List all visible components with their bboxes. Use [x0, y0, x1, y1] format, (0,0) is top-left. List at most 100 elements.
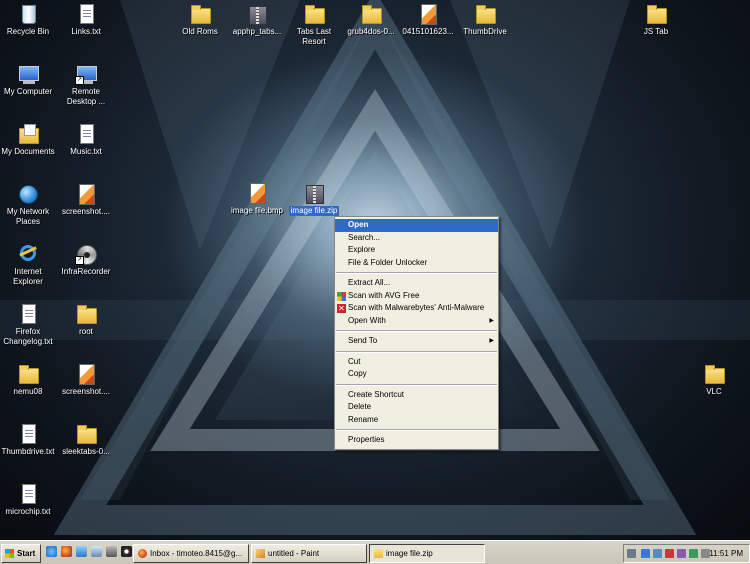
menu-item-send-to[interactable]: Send To ▶ — [335, 335, 498, 348]
menu-item-rename[interactable]: Rename — [335, 414, 498, 427]
folder-icon — [305, 5, 325, 24]
desktop-icon-old-roms[interactable]: Old Roms — [168, 3, 232, 37]
desktop: Recycle Bin Links.txt Old Roms apphp_tab… — [0, 0, 750, 540]
folder-icon — [362, 5, 382, 24]
folder-icon — [476, 5, 496, 24]
task-button-image-file-zip[interactable]: image file.zip — [369, 544, 485, 563]
desktop-icon-microchip-txt[interactable]: microchip.txt — [0, 483, 60, 517]
desktop-icon-my-computer[interactable]: My Computer — [0, 63, 60, 97]
menu-item-extract-all[interactable]: Extract All... — [335, 277, 498, 290]
desktop-icon-tabs-last-resort[interactable]: Tabs Last Resort — [282, 3, 346, 47]
camera-icon[interactable] — [106, 546, 117, 557]
menu-item-properties[interactable]: Properties — [335, 434, 498, 447]
firefox-icon[interactable] — [61, 546, 72, 557]
desktop-icon-sleektabs[interactable]: sleektabs-0... — [54, 423, 118, 457]
desktop-icon-links-txt[interactable]: Links.txt — [54, 3, 118, 37]
desktop-icon-0415101623[interactable]: 0415101623... — [396, 3, 460, 37]
desktop-icon-apphp-tabs[interactable]: apphp_tabs... — [225, 3, 289, 37]
taskbar: Start Inbox - timoteo.8415@g... untitled… — [0, 540, 750, 564]
menu-item-open[interactable]: Open — [335, 219, 498, 232]
folder-icon — [19, 365, 39, 384]
desktop-icon-my-documents[interactable]: My Documents — [0, 123, 60, 157]
recycle-bin-icon — [22, 5, 36, 24]
network-icon — [19, 185, 38, 204]
antivirus-tray-icon[interactable] — [665, 549, 674, 558]
desktop-icon-firefox-changelog[interactable]: Firefox Changelog.txt — [0, 303, 60, 347]
desktop-icon-internet-explorer[interactable]: Internet Explorer — [0, 243, 60, 287]
player-icon[interactable] — [121, 546, 132, 557]
task-button-paint[interactable]: untitled - Paint — [251, 544, 367, 563]
desktop-icon-recycle-bin[interactable]: Recycle Bin — [0, 3, 60, 37]
desktop-icon-screenshot-2[interactable]: screenshot.... — [54, 363, 118, 397]
submenu-arrow-icon: ▶ — [489, 317, 494, 324]
pen-icon[interactable] — [627, 549, 636, 558]
desktop-icon[interactable] — [91, 546, 102, 557]
shortcut-arrow-icon: ↗ — [75, 76, 84, 85]
image-file-icon — [79, 364, 95, 385]
desktop-icon-infrarecorder[interactable]: ↗ InfraRecorder — [54, 243, 118, 277]
menu-separator — [336, 429, 497, 431]
menu-item-search[interactable]: Search... — [335, 232, 498, 245]
menu-item-scan-malwarebytes[interactable]: ✕ Scan with Malwarebytes' Anti-Malware — [335, 302, 498, 315]
text-file-icon — [80, 124, 94, 144]
ie-icon[interactable] — [46, 546, 57, 557]
folder-icon — [374, 549, 383, 558]
system-tray: 11:51 PM — [623, 544, 750, 563]
menu-item-cut[interactable]: Cut — [335, 356, 498, 369]
menu-item-explore[interactable]: Explore — [335, 244, 498, 257]
documents-folder-icon — [19, 124, 39, 144]
menu-item-open-with[interactable]: Open With ▶ — [335, 315, 498, 328]
shortcut-arrow-icon: ↗ — [75, 256, 84, 265]
context-menu: Open Search... Explore File & Folder Unl… — [334, 216, 499, 450]
desktop-icon-music-txt[interactable]: Music.txt — [54, 123, 118, 157]
desktop-icon-screenshot-1[interactable]: screenshot.... — [54, 183, 118, 217]
desktop-icon-thumbdrive[interactable]: ThumbDrive — [453, 3, 517, 37]
menu-item-copy[interactable]: Copy — [335, 368, 498, 381]
image-file-icon — [79, 184, 95, 205]
text-file-icon — [80, 4, 94, 24]
internet-explorer-icon — [20, 245, 36, 261]
desktop-icon-grub4dos[interactable]: grub4dos-0... — [339, 3, 403, 37]
firefox-icon — [138, 549, 147, 558]
folder-icon — [191, 5, 211, 24]
desktop-icon-nemu08[interactable]: nemu08 — [0, 363, 60, 397]
tray-icon[interactable] — [689, 549, 698, 558]
tray-icon[interactable] — [677, 549, 686, 558]
submenu-arrow-icon: ▶ — [489, 338, 494, 344]
desktop-icon-thumbdrive-txt[interactable]: Thumbdrive.txt — [0, 423, 60, 457]
paint-icon — [256, 549, 265, 558]
desktop-icon-remote-desktop[interactable]: ↗ Remote Desktop ... — [54, 63, 118, 107]
menu-separator — [336, 330, 497, 332]
desktop-icon-my-network-places[interactable]: My Network Places — [0, 183, 60, 227]
desktop-icon-js-tab[interactable]: JS Tab — [624, 3, 688, 37]
display-tray-icon[interactable] — [653, 549, 662, 558]
computer-icon — [19, 66, 39, 84]
desktop-icon-image-file-zip[interactable]: image file.zip — [282, 182, 346, 216]
image-file-icon — [250, 183, 266, 204]
folder-icon — [705, 365, 725, 384]
menu-separator — [336, 383, 497, 386]
network-tray-icon[interactable] — [641, 549, 650, 558]
folder-icon — [647, 5, 667, 24]
menu-item-scan-avg[interactable]: Scan with AVG Free — [335, 290, 498, 303]
menu-item-create-shortcut[interactable]: Create Shortcut — [335, 389, 498, 402]
task-button-inbox[interactable]: Inbox - timoteo.8415@g... — [133, 544, 249, 563]
avg-icon — [337, 291, 346, 301]
folder-icon — [77, 425, 97, 444]
menu-item-delete[interactable]: Delete — [335, 401, 498, 414]
clock[interactable]: 11:51 PM — [709, 545, 743, 562]
malwarebytes-icon: ✕ — [337, 304, 346, 313]
desktop-icon-image-file-bmp[interactable]: image file.bmp — [225, 182, 289, 216]
zip-file-icon — [306, 185, 324, 204]
start-button[interactable]: Start — [1, 544, 41, 563]
media-icon[interactable] — [76, 546, 87, 557]
text-file-icon — [22, 304, 36, 324]
menu-separator — [336, 272, 497, 274]
menu-item-file-folder-unlocker[interactable]: File & Folder Unlocker — [335, 257, 498, 270]
text-file-icon — [22, 424, 36, 444]
desktop-icon-vlc[interactable]: VLC — [682, 363, 746, 397]
image-file-icon — [421, 4, 437, 25]
desktop-icon-root[interactable]: root — [54, 303, 118, 337]
folder-icon — [77, 305, 97, 324]
menu-separator — [336, 350, 497, 353]
